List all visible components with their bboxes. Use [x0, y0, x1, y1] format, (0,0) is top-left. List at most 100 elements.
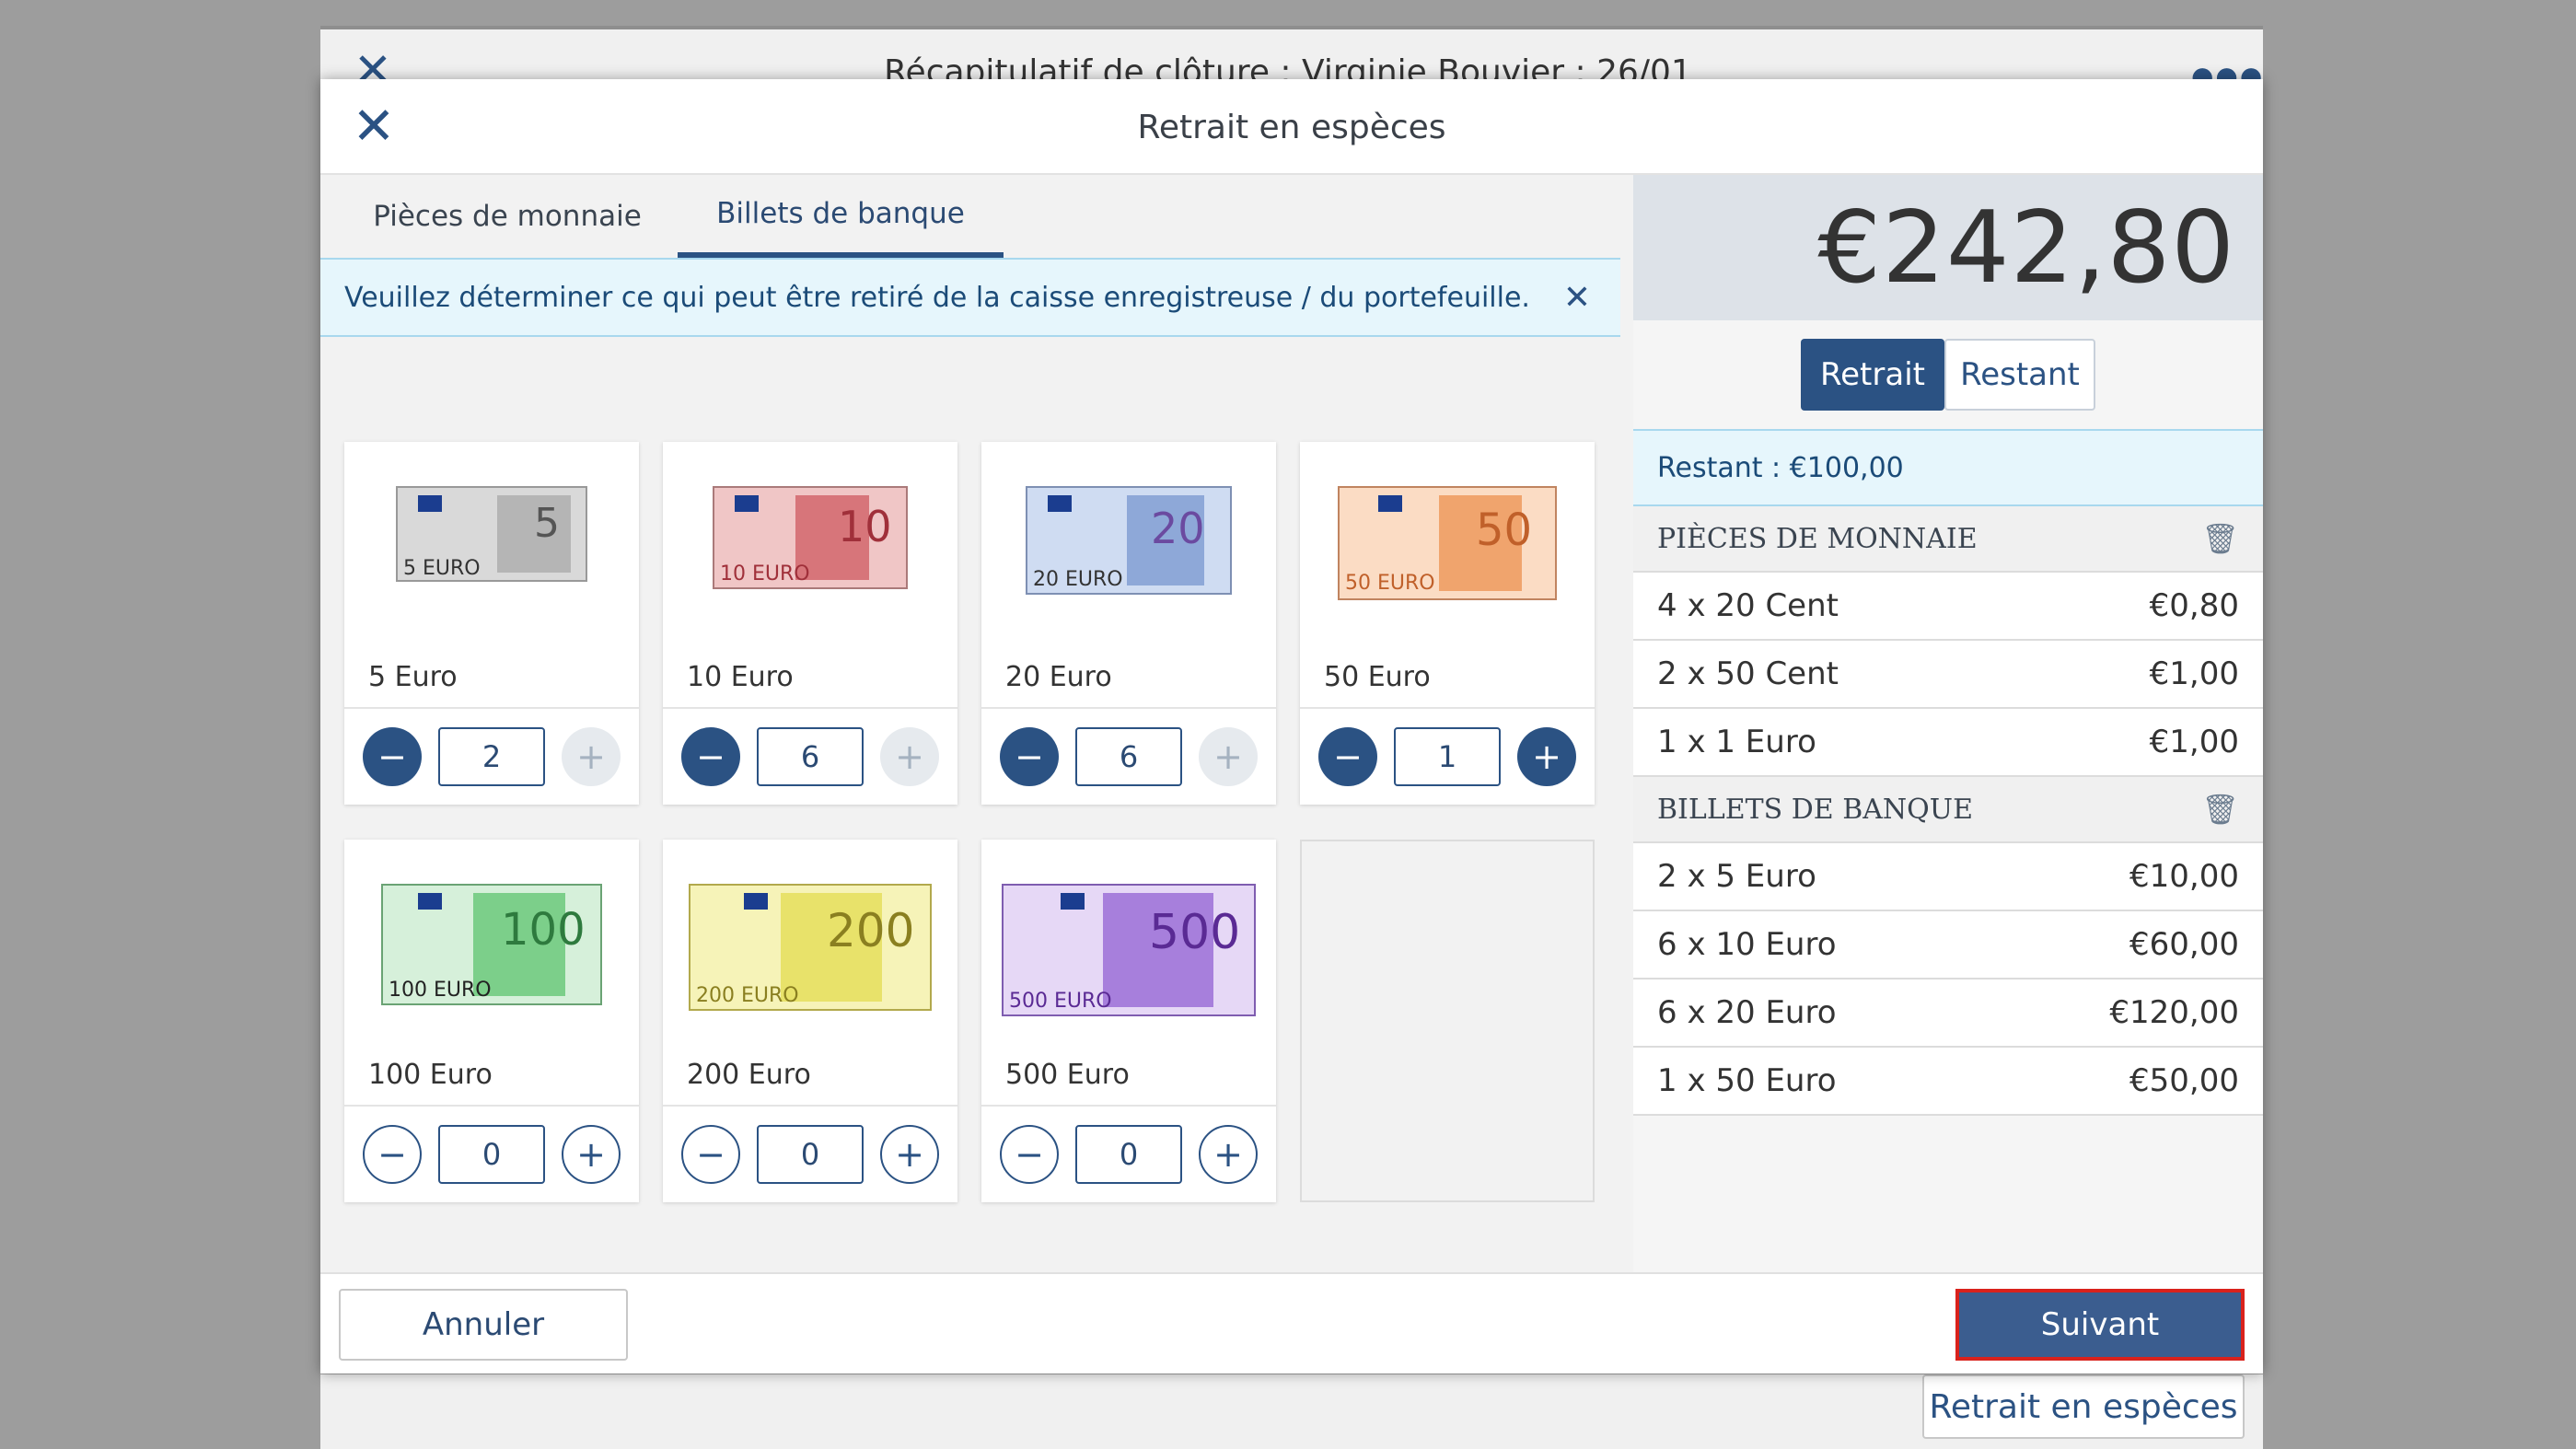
quantity-input[interactable]: 2: [438, 727, 545, 786]
svg-text:50: 50: [1476, 504, 1532, 556]
total-amount: €242,80: [1633, 175, 2263, 320]
note-card-5: 5 5 EURO 5 Euro − 2 +: [344, 442, 639, 805]
item-amount: €0,80: [2149, 587, 2239, 624]
svg-text:10 EURO: 10 EURO: [720, 562, 810, 585]
quantity-input[interactable]: 0: [757, 1125, 864, 1184]
quantity-stepper: − 6 +: [981, 707, 1276, 805]
quantity-input[interactable]: 6: [1075, 727, 1182, 786]
banknote-200-icon: 200 200 EURO: [689, 884, 932, 1011]
decrement-button[interactable]: −: [681, 1125, 740, 1184]
increment-button[interactable]: +: [880, 1125, 939, 1184]
note-label: 20 Euro: [1005, 661, 1112, 693]
item-amount: €1,00: [2149, 655, 2239, 692]
banknote-20-icon: 20 20 EURO: [1026, 486, 1232, 595]
quantity-input[interactable]: 6: [757, 727, 864, 786]
note-card-100: 100 100 EURO 100 Euro − 0 +: [344, 840, 639, 1202]
banknote-100-icon: 100 100 EURO: [381, 884, 602, 1005]
tab-banknotes[interactable]: Billets de banque: [678, 175, 1004, 258]
summary-panel: €242,80 Retrait Restant Restant : €100,0…: [1633, 175, 2263, 1272]
svg-text:100 EURO: 100 EURO: [389, 979, 492, 1002]
item-amount: €60,00: [2129, 926, 2239, 963]
quantity-stepper: − 6 +: [663, 707, 957, 805]
decrement-button[interactable]: −: [363, 1125, 422, 1184]
item-label: 1 x 50 Euro: [1657, 1062, 1837, 1099]
trash-icon[interactable]: 🗑: [2201, 521, 2239, 556]
decrement-button[interactable]: −: [1000, 1125, 1059, 1184]
tabs: Pièces de monnaie Billets de banque: [320, 175, 1620, 258]
item-label: 6 x 20 Euro: [1657, 994, 1837, 1031]
modal-header: Retrait en espèces ✕: [320, 79, 2263, 175]
item-amount: €120,00: [2109, 994, 2239, 1031]
svg-text:200 EURO: 200 EURO: [696, 984, 799, 1007]
note-label: 5 Euro: [368, 661, 458, 693]
item-label: 6 x 10 Euro: [1657, 926, 1837, 963]
quantity-stepper: − 0 +: [663, 1105, 957, 1202]
increment-button[interactable]: +: [1199, 727, 1258, 786]
item-amount: €1,00: [2149, 724, 2239, 760]
list-item: 1 x 50 Euro €50,00: [1633, 1048, 2263, 1116]
background-cash-withdrawal-button: Retrait en espèces: [1922, 1374, 2245, 1439]
svg-text:50 EURO: 50 EURO: [1345, 572, 1435, 595]
quantity-stepper: − 1 +: [1300, 707, 1595, 805]
info-text: Veuillez déterminer ce qui peut être ret…: [344, 281, 1530, 314]
modal-footer: Annuler Suivant: [320, 1272, 2263, 1374]
item-label: 2 x 50 Cent: [1657, 655, 1839, 692]
segment-remaining[interactable]: Restant: [1944, 339, 2095, 411]
note-card-50: 50 50 EURO 50 Euro − 1 +: [1300, 442, 1595, 805]
quantity-input[interactable]: 0: [1075, 1125, 1182, 1184]
quantity-stepper: − 0 +: [981, 1105, 1276, 1202]
quantity-input[interactable]: 1: [1394, 727, 1501, 786]
svg-text:5: 5: [534, 500, 560, 547]
close-icon[interactable]: ✕: [348, 101, 400, 153]
list-item: 2 x 50 Cent €1,00: [1633, 641, 2263, 709]
denomination-panel: Pièces de monnaie Billets de banque Veui…: [320, 175, 1620, 1333]
segment-withdraw[interactable]: Retrait: [1801, 339, 1944, 411]
notes-section-header: BILLETS DE BANQUE 🗑: [1633, 777, 2263, 843]
tab-coins[interactable]: Pièces de monnaie: [344, 175, 670, 258]
quantity-stepper: − 0 +: [344, 1105, 639, 1202]
coins-section-title: PIÈCES DE MONNAIE: [1657, 522, 1978, 555]
empty-card: [1300, 840, 1595, 1202]
svg-text:500: 500: [1149, 905, 1240, 960]
quantity-input[interactable]: 0: [438, 1125, 545, 1184]
note-label: 200 Euro: [687, 1059, 811, 1091]
decrement-button[interactable]: −: [1318, 727, 1377, 786]
item-amount: €10,00: [2129, 858, 2239, 895]
svg-text:20 EURO: 20 EURO: [1033, 568, 1123, 591]
item-label: 2 x 5 Euro: [1657, 858, 1816, 895]
note-label: 10 Euro: [687, 661, 794, 693]
info-close-icon[interactable]: ✕: [1556, 276, 1598, 319]
decrement-button[interactable]: −: [681, 727, 740, 786]
increment-button[interactable]: +: [1199, 1125, 1258, 1184]
item-label: 1 x 1 Euro: [1657, 724, 1816, 760]
increment-button[interactable]: +: [1517, 727, 1576, 786]
svg-text:5 EURO: 5 EURO: [403, 557, 481, 580]
notes-section-title: BILLETS DE BANQUE: [1657, 793, 1973, 826]
trash-icon[interactable]: 🗑: [2201, 792, 2239, 827]
increment-button[interactable]: +: [880, 727, 939, 786]
quantity-stepper: − 2 +: [344, 707, 639, 805]
modal-title: Retrait en espèces: [1137, 108, 1446, 146]
increment-button[interactable]: +: [562, 1125, 621, 1184]
info-banner: Veuillez déterminer ce qui peut être ret…: [320, 258, 1620, 337]
note-card-20: 20 20 EURO 20 Euro − 6 +: [981, 442, 1276, 805]
cash-withdrawal-modal: Retrait en espèces ✕ Pièces de monnaie B…: [320, 79, 2263, 1374]
list-item: 6 x 20 Euro €120,00: [1633, 980, 2263, 1048]
banknote-50-icon: 50 50 EURO: [1338, 486, 1557, 600]
next-button[interactable]: Suivant: [1955, 1289, 2245, 1361]
item-amount: €50,00: [2129, 1062, 2239, 1099]
banknote-500-icon: 500 500 EURO: [1002, 884, 1256, 1016]
coins-section-header: PIÈCES DE MONNAIE 🗑: [1633, 506, 2263, 573]
svg-text:100: 100: [501, 904, 586, 956]
banknote-10-icon: 10 10 EURO: [713, 486, 908, 589]
item-label: 4 x 20 Cent: [1657, 587, 1839, 624]
increment-button[interactable]: +: [562, 727, 621, 786]
svg-text:500 EURO: 500 EURO: [1009, 990, 1112, 1013]
decrement-button[interactable]: −: [1000, 727, 1059, 786]
note-label: 50 Euro: [1324, 661, 1431, 693]
list-item: 2 x 5 Euro €10,00: [1633, 843, 2263, 911]
cancel-button[interactable]: Annuler: [339, 1289, 628, 1361]
svg-text:10: 10: [838, 502, 892, 551]
list-item: 1 x 1 Euro €1,00: [1633, 709, 2263, 777]
decrement-button[interactable]: −: [363, 727, 422, 786]
